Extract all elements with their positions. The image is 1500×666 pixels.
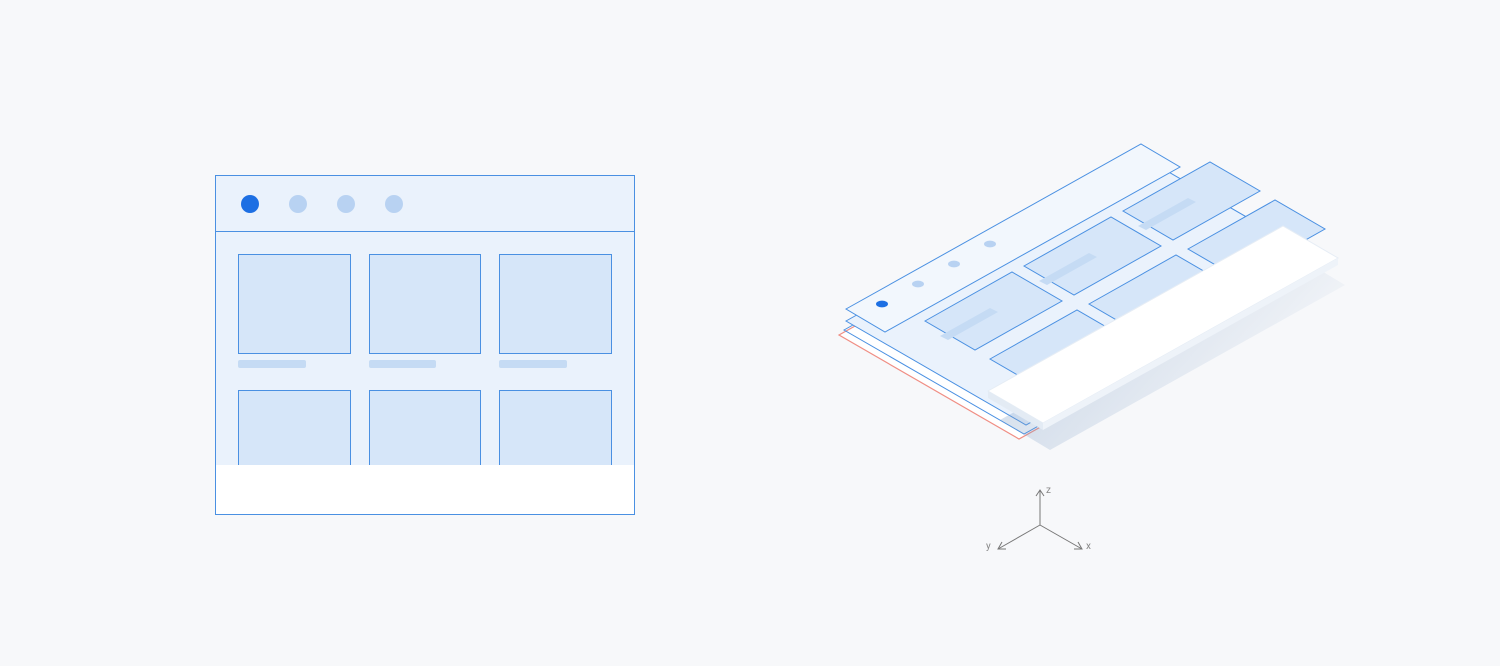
iso-tab-dot[interactable] — [948, 261, 960, 268]
flat-card-grid — [238, 254, 612, 465]
card-caption — [499, 360, 567, 368]
axis-label-x: x — [1086, 541, 1091, 552]
flat-browser-window — [215, 175, 635, 515]
iso-tab-dot[interactable] — [912, 281, 924, 288]
card-caption — [238, 360, 306, 368]
tab-dot-active[interactable] — [241, 195, 259, 213]
axis-label-y: y — [986, 541, 991, 552]
card — [238, 254, 351, 354]
card — [499, 390, 612, 465]
flat-content-area — [216, 232, 634, 465]
card — [369, 254, 482, 354]
axis-label-z: z — [1046, 485, 1051, 496]
card — [499, 254, 612, 354]
axes-gizmo: z x y — [986, 485, 1091, 552]
card — [369, 390, 482, 465]
isometric-view: z x y — [790, 140, 1350, 620]
tab-dot[interactable] — [385, 195, 403, 213]
tab-dot[interactable] — [337, 195, 355, 213]
card-caption — [369, 360, 437, 368]
tab-dot[interactable] — [289, 195, 307, 213]
iso-tab-dot[interactable] — [984, 241, 996, 248]
iso-tab-dot-active[interactable] — [876, 301, 888, 308]
flat-tab-bar — [216, 176, 634, 232]
card — [238, 390, 351, 465]
